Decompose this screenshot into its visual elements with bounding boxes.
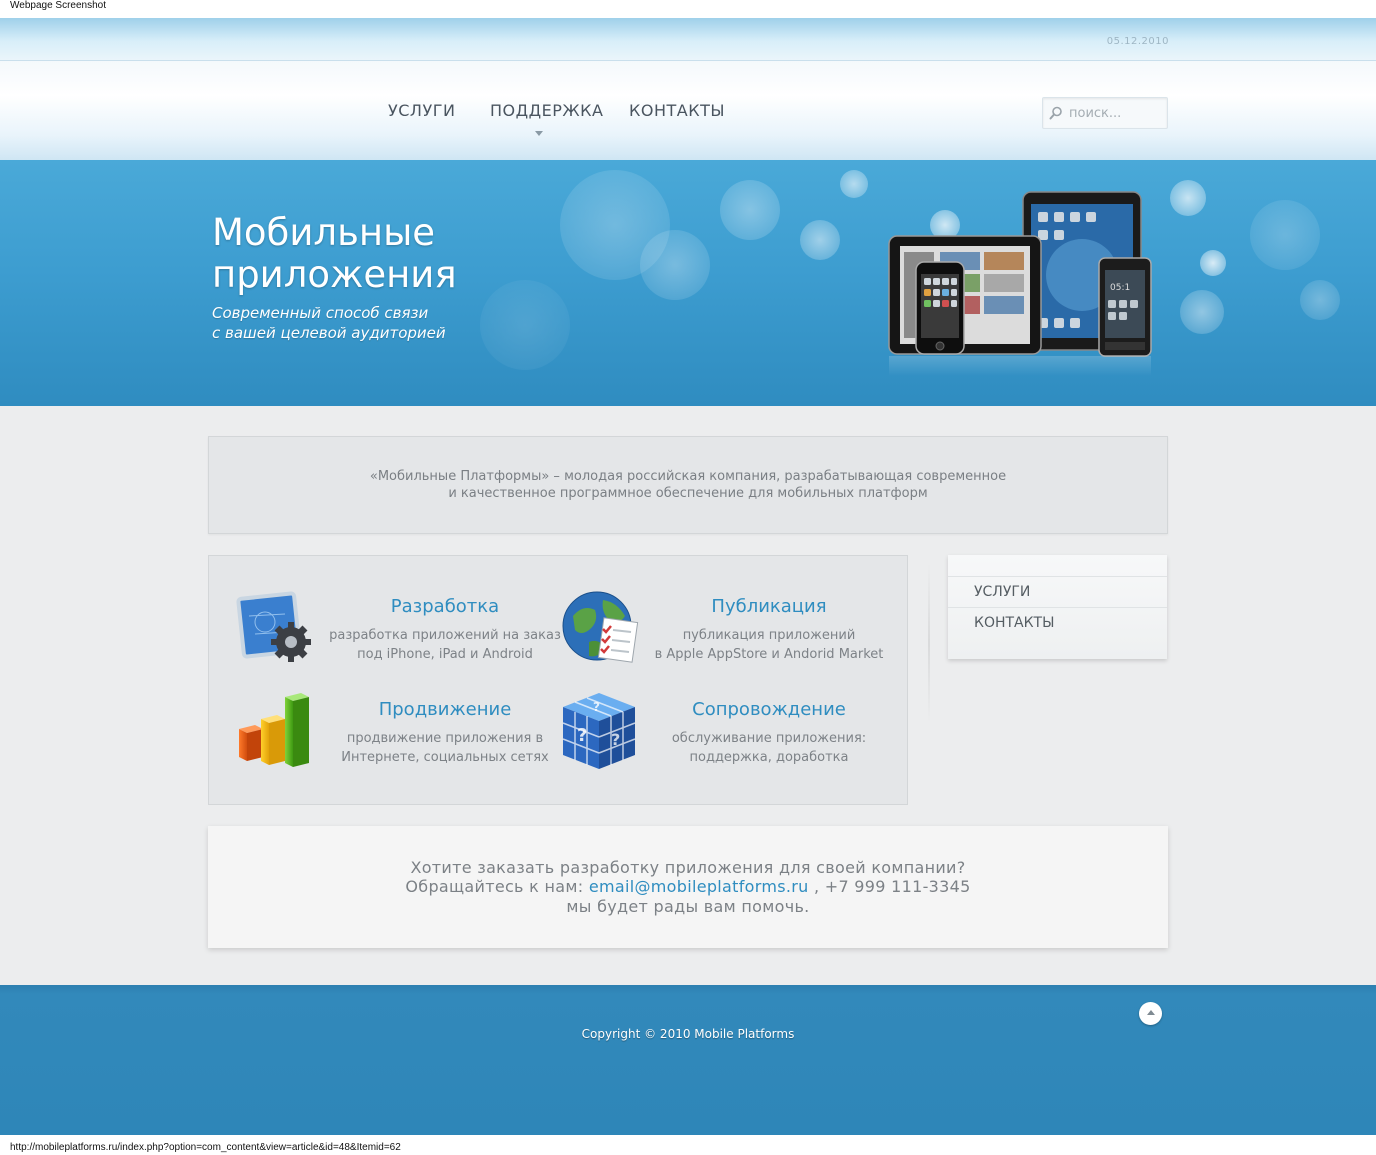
service-desc: разработка приложений на заказ под iPhon… (325, 626, 565, 664)
help-cube-icon: ? ? ? (562, 693, 636, 769)
nav-item-contacts[interactable]: КОНТАКТЫ (629, 101, 725, 120)
service-desc-line: продвижение приложения в (346, 731, 544, 746)
service-desc-line: под iPhone, iPad и Android (357, 647, 533, 662)
service-card-development: Разработка разработка приложений на зака… (235, 586, 565, 676)
header-date: 05.12.2010 (1106, 36, 1169, 47)
intro-line: «Мобильные Платформы» – молодая российск… (369, 469, 1007, 484)
search-box (1042, 97, 1168, 129)
service-title-promotion[interactable]: Продвижение (325, 699, 565, 720)
cta-contact-line: Обращайтесь к нам: email@mobileplatforms… (208, 877, 1168, 896)
bokeh-light (720, 180, 780, 240)
sidebar-menu: УСЛУГИ КОНТАКТЫ (948, 555, 1167, 659)
bokeh-light (1180, 290, 1224, 334)
copyright-text: Copyright © 2010 Mobile Platforms (581, 1027, 795, 1041)
blueprint-gear-icon (236, 591, 311, 662)
chevron-up-icon (1147, 1010, 1155, 1015)
bokeh-light (1300, 280, 1340, 320)
bokeh-light (480, 280, 570, 370)
service-desc: публикация приложений в Apple AppStore и… (649, 626, 889, 664)
svg-text:05:1: 05:1 (1110, 283, 1130, 293)
bokeh-light (640, 230, 710, 300)
services-panel: Разработка разработка приложений на зака… (208, 555, 908, 805)
scroll-to-top-button[interactable] (1139, 1002, 1162, 1025)
main-navbar: УСЛУГИ ПОДДЕРЖКА КОНТАКТЫ (0, 60, 1376, 160)
bokeh-light (1200, 250, 1226, 276)
bokeh-light (1170, 180, 1206, 216)
nav-item-services[interactable]: УСЛУГИ (388, 101, 455, 120)
banner-title-line: приложения (212, 253, 457, 296)
email-link[interactable]: email@mobileplatforms.ru (589, 877, 809, 896)
banner-subtitle-line: с вашей целевой аудиторией (212, 324, 446, 342)
cta-question: Хотите заказать разработку приложения дл… (410, 858, 966, 877)
cta-closing: мы будет рады вам помочь. (566, 897, 810, 916)
svg-text:?: ? (593, 700, 600, 714)
nav-item-support[interactable]: ПОДДЕРЖКА (490, 101, 603, 120)
sidebar-item-contacts[interactable]: КОНТАКТЫ (948, 607, 1167, 638)
service-desc-line: поддержка, доработка (689, 750, 849, 765)
service-title-publication[interactable]: Публикация (649, 596, 889, 617)
service-card-publication: Публикация публикация приложений в Apple… (559, 586, 889, 676)
cta-phone: , +7 999 111-3345 (813, 877, 971, 896)
service-desc-line: в Apple AppStore и Andorid Market (654, 647, 884, 662)
intro-panel: «Мобильные Платформы» – молодая российск… (208, 436, 1168, 534)
banner-title-line: Мобильные (212, 211, 436, 254)
top-strip: 05.12.2010 (0, 18, 1376, 60)
service-title-support[interactable]: Сопровождение (649, 699, 889, 720)
service-card-promotion: Продвижение продвижение приложения в Инт… (235, 689, 565, 779)
service-desc: продвижение приложения в Интернете, соци… (325, 729, 565, 767)
service-desc-line: разработка приложений на заказ (329, 628, 561, 643)
cta-contact-prefix: Обращайтесь к нам: (405, 877, 584, 896)
hero-banner: Мобильные приложения Современный способ … (0, 160, 1376, 406)
bokeh-light (840, 170, 868, 198)
intro-text: «Мобильные Платформы» – молодая российск… (209, 468, 1167, 502)
service-desc: обслуживание приложения: поддержка, дора… (649, 729, 889, 767)
bar-chart-icon (239, 693, 309, 767)
intro-line: и качественное программное обеспечение д… (448, 486, 928, 501)
banner-title: Мобильные приложения (212, 212, 457, 296)
service-title-development[interactable]: Разработка (325, 596, 565, 617)
chevron-down-icon (535, 131, 543, 136)
mobile-devices-image: 05:1 (888, 191, 1152, 376)
banner-subtitle: Современный способ связи с вашей целевой… (212, 303, 446, 343)
contact-cta-panel: Хотите заказать разработку приложения дл… (208, 826, 1168, 948)
service-desc-line: публикация приложений (682, 628, 856, 643)
service-desc-line: Интернете, социальных сетях (341, 750, 549, 765)
banner-subtitle-line: Современный способ связи (212, 304, 429, 322)
column-divider (928, 563, 930, 723)
service-card-support: ? ? ? Сопровождение обслуживание приложе… (559, 689, 889, 779)
bokeh-light (1250, 200, 1320, 270)
window-caption: Webpage Screenshot (10, 0, 106, 11)
page-footer: Copyright © 2010 Mobile Platforms (0, 985, 1376, 1135)
status-bar-url: http://mobileplatforms.ru/index.php?opti… (10, 1142, 401, 1153)
svg-text:?: ? (577, 725, 587, 746)
sidebar-item-services[interactable]: УСЛУГИ (948, 576, 1167, 607)
svg-text:?: ? (611, 730, 620, 749)
service-desc-line: обслуживание приложения: (671, 731, 867, 746)
globe-checklist-icon (562, 591, 639, 663)
search-icon (1049, 106, 1062, 120)
search-input[interactable] (1069, 102, 1164, 124)
bokeh-light (800, 220, 840, 260)
web-page: 05.12.2010 УСЛУГИ ПОДДЕРЖКА КОНТАКТЫ Моб… (0, 18, 1376, 1135)
